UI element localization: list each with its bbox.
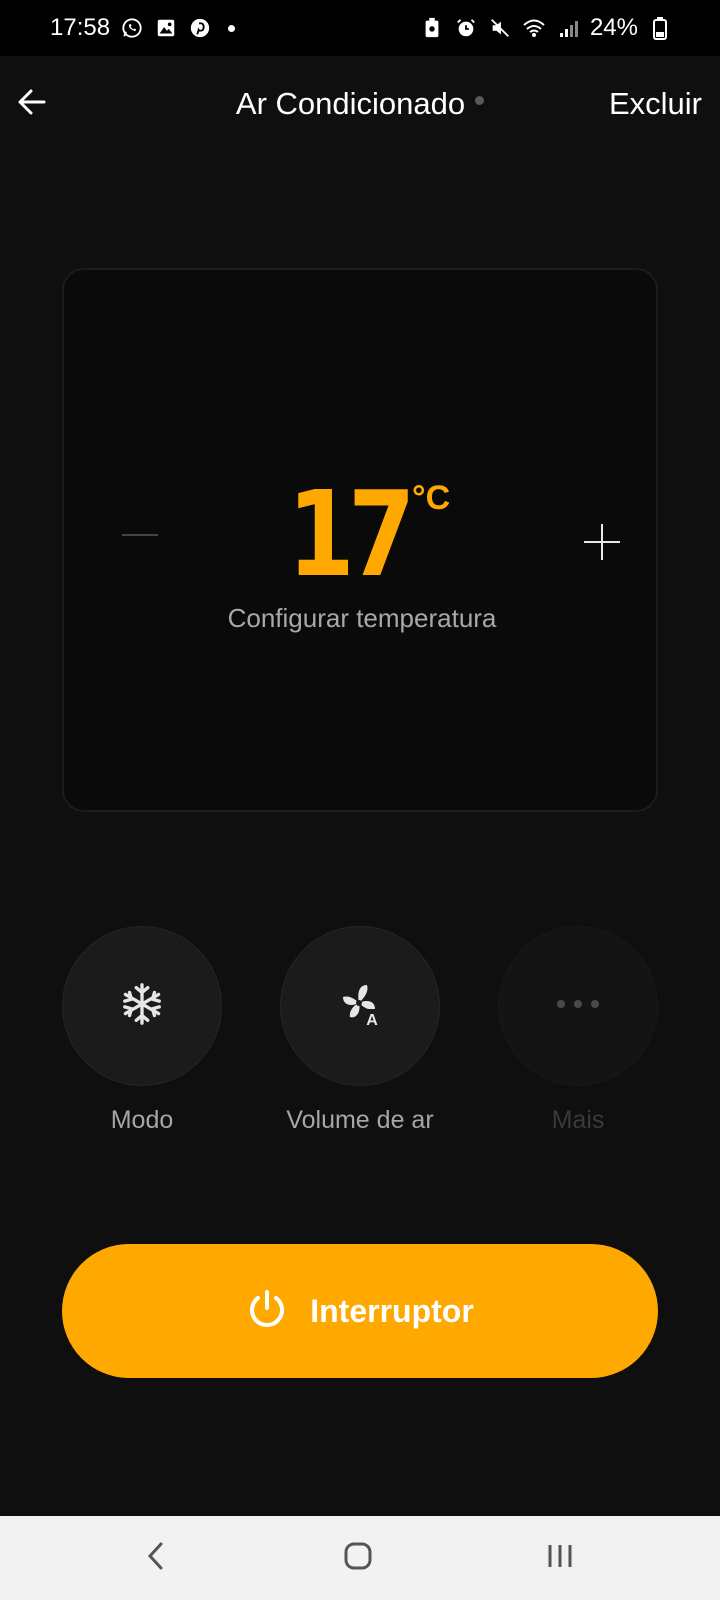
temperature-label: Configurar temperatura: [227, 603, 497, 633]
screen: 17:58 24% Ar Condicionado Excluir 17°C C…: [0, 0, 720, 1600]
online-status-dot: [475, 96, 485, 106]
more-label: Mais: [551, 1106, 605, 1134]
page-title-text: Ar Condicionado: [235, 86, 466, 121]
whatsapp-icon: [120, 16, 144, 40]
notification-dot: [228, 24, 236, 32]
temperature-value: 17: [287, 465, 415, 603]
power-icon: [246, 1288, 288, 1335]
pinterest-icon: [188, 16, 212, 40]
fan-auto-icon: A: [335, 979, 385, 1034]
temperature-card: 17°C Configurar temperatura: [62, 268, 658, 812]
header: Ar Condicionado Excluir: [0, 56, 720, 156]
delete-button[interactable]: Excluir: [609, 86, 702, 122]
fan-speed-control[interactable]: A Volume de ar: [280, 926, 440, 1135]
battery-icon: [648, 16, 672, 40]
home-icon: [343, 1541, 373, 1576]
fan-speed-label: Volume de ar: [286, 1106, 434, 1134]
power-toggle-button[interactable]: Interruptor: [62, 1244, 658, 1378]
nav-back-button[interactable]: [136, 1538, 176, 1578]
mode-button[interactable]: [62, 926, 222, 1086]
nav-recents-button[interactable]: [540, 1538, 580, 1578]
battery-saver-icon: [420, 16, 444, 40]
increase-temperature-button[interactable]: [584, 522, 624, 562]
svg-text:A: A: [366, 1012, 378, 1029]
temperature-display: 17°C: [64, 475, 660, 593]
more-button[interactable]: [498, 926, 658, 1086]
chevron-left-icon: [146, 1541, 166, 1576]
system-navigation-bar: [0, 1516, 720, 1600]
nav-home-button[interactable]: [338, 1538, 378, 1578]
wifi-icon: [522, 16, 546, 40]
status-time: 17:58: [50, 14, 111, 41]
more-icon: [555, 997, 601, 1015]
signal-icon: [556, 16, 580, 40]
temperature-unit: °C: [412, 479, 451, 517]
power-label: Interruptor: [310, 1292, 474, 1329]
mute-icon: [488, 16, 512, 40]
mode-control[interactable]: Modo: [62, 926, 222, 1135]
alarm-icon: [454, 16, 478, 40]
gallery-icon: [154, 16, 178, 40]
recents-icon: [546, 1542, 574, 1575]
snowflake-icon: [119, 981, 165, 1032]
mode-label: Modo: [110, 1106, 174, 1134]
more-control[interactable]: Mais: [498, 926, 658, 1135]
fan-speed-button[interactable]: A: [280, 926, 440, 1086]
status-bar: 17:58 24%: [0, 0, 720, 56]
battery-percent: 24%: [589, 14, 638, 41]
